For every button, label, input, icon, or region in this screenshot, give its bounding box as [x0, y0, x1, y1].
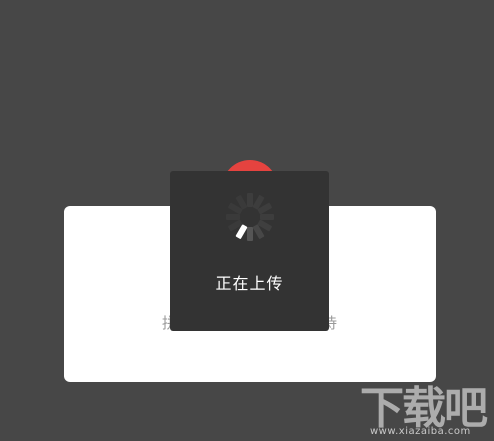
watermark-url: www.xiazaiba.com [370, 426, 471, 437]
loading-spinner-icon [226, 193, 274, 241]
upload-toast: 正在上传 [170, 171, 329, 331]
watermark-logo: 下载吧 www.xiazaiba.com [354, 372, 494, 441]
upload-screen: 正在上传 拼图上传中，请耐心等待 正在上传 下载吧 www.xiazaiba [0, 0, 494, 441]
toast-label: 正在上传 [215, 274, 284, 293]
